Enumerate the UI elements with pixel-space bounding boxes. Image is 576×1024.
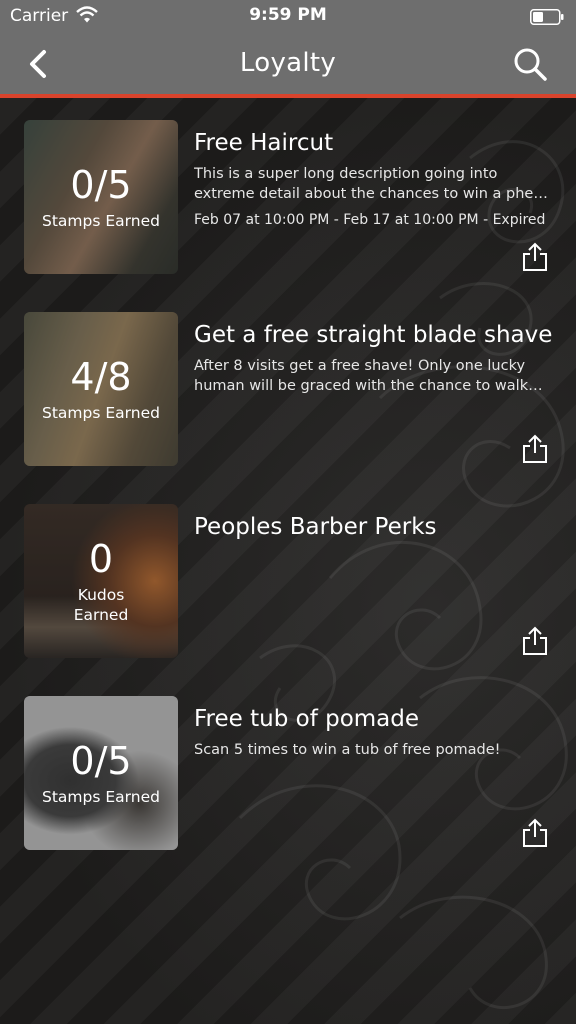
stamp-unit-label: Stamps Earned [42,788,160,806]
stamp-count: 0/5 [70,163,132,207]
reward-title: Free Haircut [194,130,334,156]
stamp-counter: 0/5 Stamps Earned [24,696,178,850]
kudos-counter: 0 Kudos Earned [24,504,178,658]
stamp-counter: 4/8 Stamps Earned [24,312,178,466]
reward-info: Free tub of pomade Scan 5 times to win a… [194,704,556,760]
clock: 9:59 PM [249,5,327,25]
reward-info: Free Haircut This is a super long descri… [194,128,556,230]
stamp-count: 0/5 [70,739,132,783]
search-icon[interactable] [512,46,548,82]
share-icon[interactable] [522,434,548,464]
page-title: Loyalty [239,48,337,78]
reward-description: Scan 5 times to win a tub of free pomade… [194,742,501,758]
stamp-count: 4/8 [70,355,132,399]
stamp-counter: 0/5 Stamps Earned [24,120,178,274]
share-icon[interactable] [522,626,548,656]
status-bar: Carrier 9:59 PM [0,0,576,32]
reward-title: Get a free straight blade shave [194,322,553,348]
reward-dates: Feb 07 at 10:00 PM - Feb 17 at 10:00 PM … [194,212,546,228]
reward-card[interactable]: 0/5 Stamps Earned Free tub of pomade Sca… [24,696,554,850]
reward-info: Peoples Barber Perks [194,512,556,542]
kudos-count: 0 [88,537,114,581]
reward-info: Get a free straight blade shave After 8 … [194,320,556,396]
reward-card[interactable]: 0 Kudos Earned Peoples Barber Perks [24,504,554,658]
battery-icon [530,9,564,25]
reward-card[interactable]: 4/8 Stamps Earned Get a free straight bl… [24,312,554,466]
reward-thumbnail: 0/5 Stamps Earned [24,696,178,850]
navigation-bar: Loyalty [0,32,576,98]
reward-description: This is a super long description going i… [194,166,548,202]
reward-title: Free tub of pomade [194,706,420,732]
reward-thumbnail: 0 Kudos Earned [24,504,178,658]
reward-card[interactable]: 0/5 Stamps Earned Free Haircut This is a… [24,120,554,274]
reward-description: After 8 visits get a free shave! Only on… [194,358,529,394]
reward-thumbnail: 4/8 Stamps Earned [24,312,178,466]
stamp-unit-label: Stamps Earned [42,212,160,230]
reward-thumbnail: 0/5 Stamps Earned [24,120,178,274]
stamp-unit-label: Stamps Earned [42,404,160,422]
share-icon[interactable] [522,818,548,848]
kudos-unit-label: Kudos Earned [73,586,129,624]
share-icon[interactable] [522,242,548,272]
reward-title: Peoples Barber Perks [194,514,437,540]
